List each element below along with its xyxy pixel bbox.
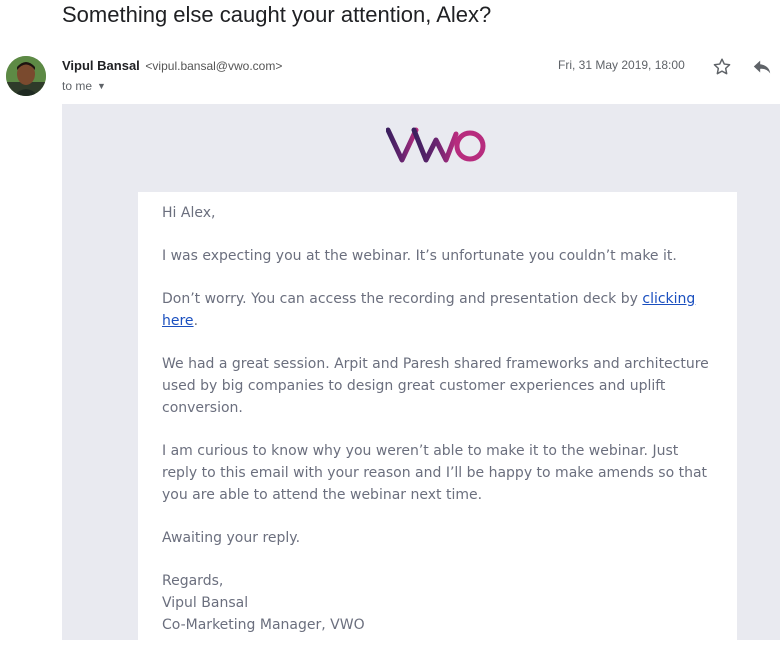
email-message: Hi Alex, I was expecting you at the webi… — [162, 202, 710, 657]
avatar-photo — [6, 56, 46, 96]
sender-name[interactable]: Vipul Bansal — [62, 58, 140, 73]
sender-line: Vipul Bansal <vipul.bansal@vwo.com> — [62, 58, 282, 73]
email-content-card: Hi Alex, I was expecting you at the webi… — [138, 192, 737, 640]
recipient-label: to me — [62, 79, 93, 93]
star-icon[interactable] — [711, 56, 733, 78]
paragraph-2-end: . — [193, 313, 199, 329]
paragraph-5: Awaiting your reply. — [162, 530, 301, 546]
signature-block: Regards, Vipul Bansal Co-Marketing Manag… — [162, 570, 710, 636]
signature-title: Co-Marketing Manager, VWO — [162, 617, 365, 633]
paragraph-4: I am curious to know why you weren’t abl… — [162, 443, 708, 503]
signature-name: Vipul Bansal — [162, 595, 249, 611]
sender-avatar[interactable] — [6, 56, 46, 96]
closing: Regards, — [162, 573, 224, 589]
email-date: Fri, 31 May 2019, 18:00 — [558, 58, 685, 72]
email-subject: Something else caught your attention, Al… — [62, 2, 492, 27]
paragraph-1: I was expecting you at the webinar. It’s… — [162, 248, 677, 264]
paragraph-2-text: Don’t worry. You can access the recordin… — [162, 291, 643, 307]
sender-email: <vipul.bansal@vwo.com> — [145, 59, 283, 73]
greeting: Hi Alex, — [162, 205, 216, 221]
paragraph-2: Don’t worry. You can access the recordin… — [162, 288, 710, 332]
paragraph-3: We had a great session. Arpit and Paresh… — [162, 356, 709, 416]
reply-icon[interactable] — [751, 57, 773, 77]
recipient-line[interactable]: to me ▼ — [62, 79, 106, 93]
caret-down-icon[interactable]: ▼ — [97, 81, 106, 91]
vwo-logo — [385, 126, 490, 166]
